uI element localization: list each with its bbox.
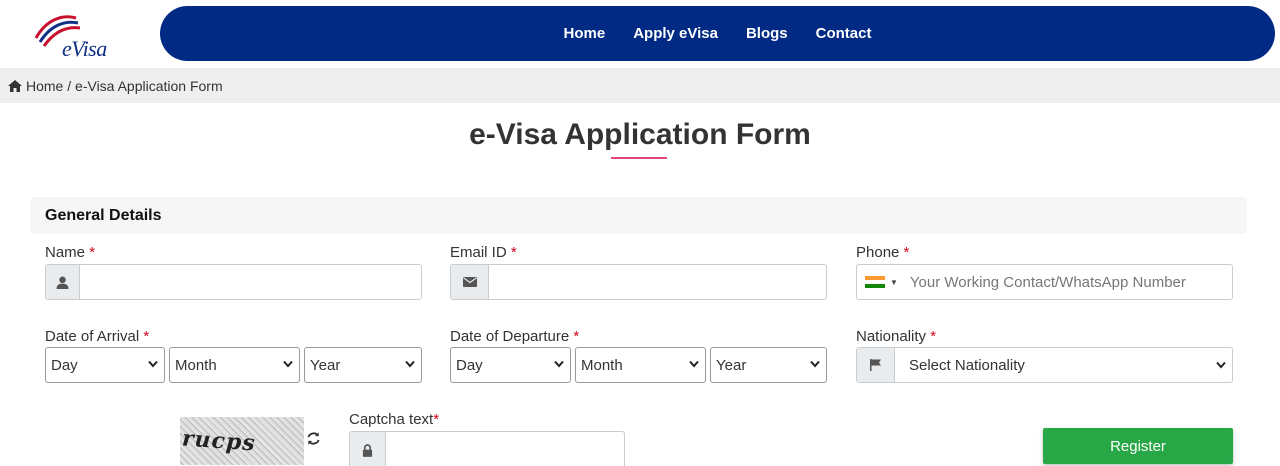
departure-month-select[interactable]: Month [575,347,706,383]
required-mark: * [510,244,517,261]
chevron-down-icon [1216,361,1226,369]
refresh-icon[interactable] [306,431,321,446]
breadcrumb-home-link[interactable]: Home [26,78,63,94]
departure-year-select[interactable]: Year [710,347,827,383]
arrival-day-select[interactable]: Day [45,347,165,383]
section-general-details: General Details [30,197,1247,234]
required-mark: * [433,411,440,428]
chevron-down-icon [554,360,564,368]
home-icon [8,79,22,92]
logo-text: eVisa [62,36,107,61]
chevron-down-icon [283,360,293,368]
nationality-label: Nationality * [856,328,936,345]
breadcrumb-current: e-Visa Application Form [75,77,223,94]
required-mark: * [930,328,937,345]
title-underline [611,157,667,159]
name-addon [46,265,80,299]
arrival-year-value: Year [310,356,341,374]
departure-year-value: Year [716,356,747,374]
arrival-month-value: Month [175,356,217,374]
departure-month-value: Month [581,356,623,374]
email-label-text: Email ID [450,244,507,261]
required-mark: * [573,328,580,345]
departure-label: Date of Departure * [450,328,579,345]
nav-contact[interactable]: Contact [816,25,872,42]
name-label-text: Name [45,244,86,261]
country-caret-icon[interactable]: ▼ [890,278,898,287]
arrival-label: Date of Arrival * [45,328,149,345]
captcha-image-text: rucps [181,425,257,457]
name-label: Name * [45,244,95,261]
arrival-year-select[interactable]: Year [304,347,422,383]
required-mark: * [143,328,150,345]
captcha-input[interactable] [386,432,624,466]
nationality-select[interactable]: Select Nationality [895,348,1232,382]
india-flag-icon[interactable] [865,275,885,289]
user-icon [56,276,69,289]
chevron-down-icon [810,360,820,368]
nationality-value: Select Nationality [909,356,1025,374]
nav-blogs[interactable]: Blogs [746,25,788,42]
nav-links: Home Apply eVisa Blogs Contact [160,6,1275,61]
navbar: Home Apply eVisa Blogs Contact [160,6,1275,61]
breadcrumb-separator: / [63,77,76,94]
phone-label: Phone * [856,244,909,261]
departure-day-value: Day [456,356,483,374]
chevron-down-icon [148,360,158,368]
breadcrumb: Home / e-Visa Application Form [0,68,1280,103]
arrival-label-text: Date of Arrival [45,328,140,345]
phone-label-text: Phone [856,244,900,261]
header: eVisa Home Apply eVisa Blogs Contact [0,0,1280,68]
nationality-label-text: Nationality [856,328,927,345]
departure-day-select[interactable]: Day [450,347,571,383]
flag-icon [869,359,881,371]
phone-field: ▼ [856,264,1233,300]
lock-icon [362,443,373,457]
phone-input[interactable] [897,273,1232,291]
name-field [45,264,422,300]
register-button[interactable]: Register [1043,428,1233,464]
email-label: Email ID * [450,244,517,261]
captcha-addon [350,432,386,466]
chevron-down-icon [405,360,415,368]
email-addon [451,265,489,299]
required-mark: * [89,244,96,261]
name-input[interactable] [80,265,421,299]
captcha-label-text: Captcha text [349,411,434,428]
required-mark: * [903,244,910,261]
email-field [450,264,827,300]
arrival-day-value: Day [51,356,78,374]
captcha-field [349,431,625,466]
nav-home[interactable]: Home [564,25,606,42]
envelope-icon [462,277,477,287]
email-input[interactable] [489,265,826,299]
departure-label-text: Date of Departure [450,328,570,345]
captcha-label: Captcha text* [349,411,439,428]
evisa-logo[interactable]: eVisa [32,10,122,62]
captcha-image: rucps [180,417,304,465]
page-title: e-Visa Application Form [469,118,811,151]
arrival-month-select[interactable]: Month [169,347,300,383]
nationality-addon [857,348,895,382]
nationality-field: Select Nationality [856,347,1233,383]
nav-apply-evisa[interactable]: Apply eVisa [633,25,718,42]
chevron-down-icon [689,360,699,368]
